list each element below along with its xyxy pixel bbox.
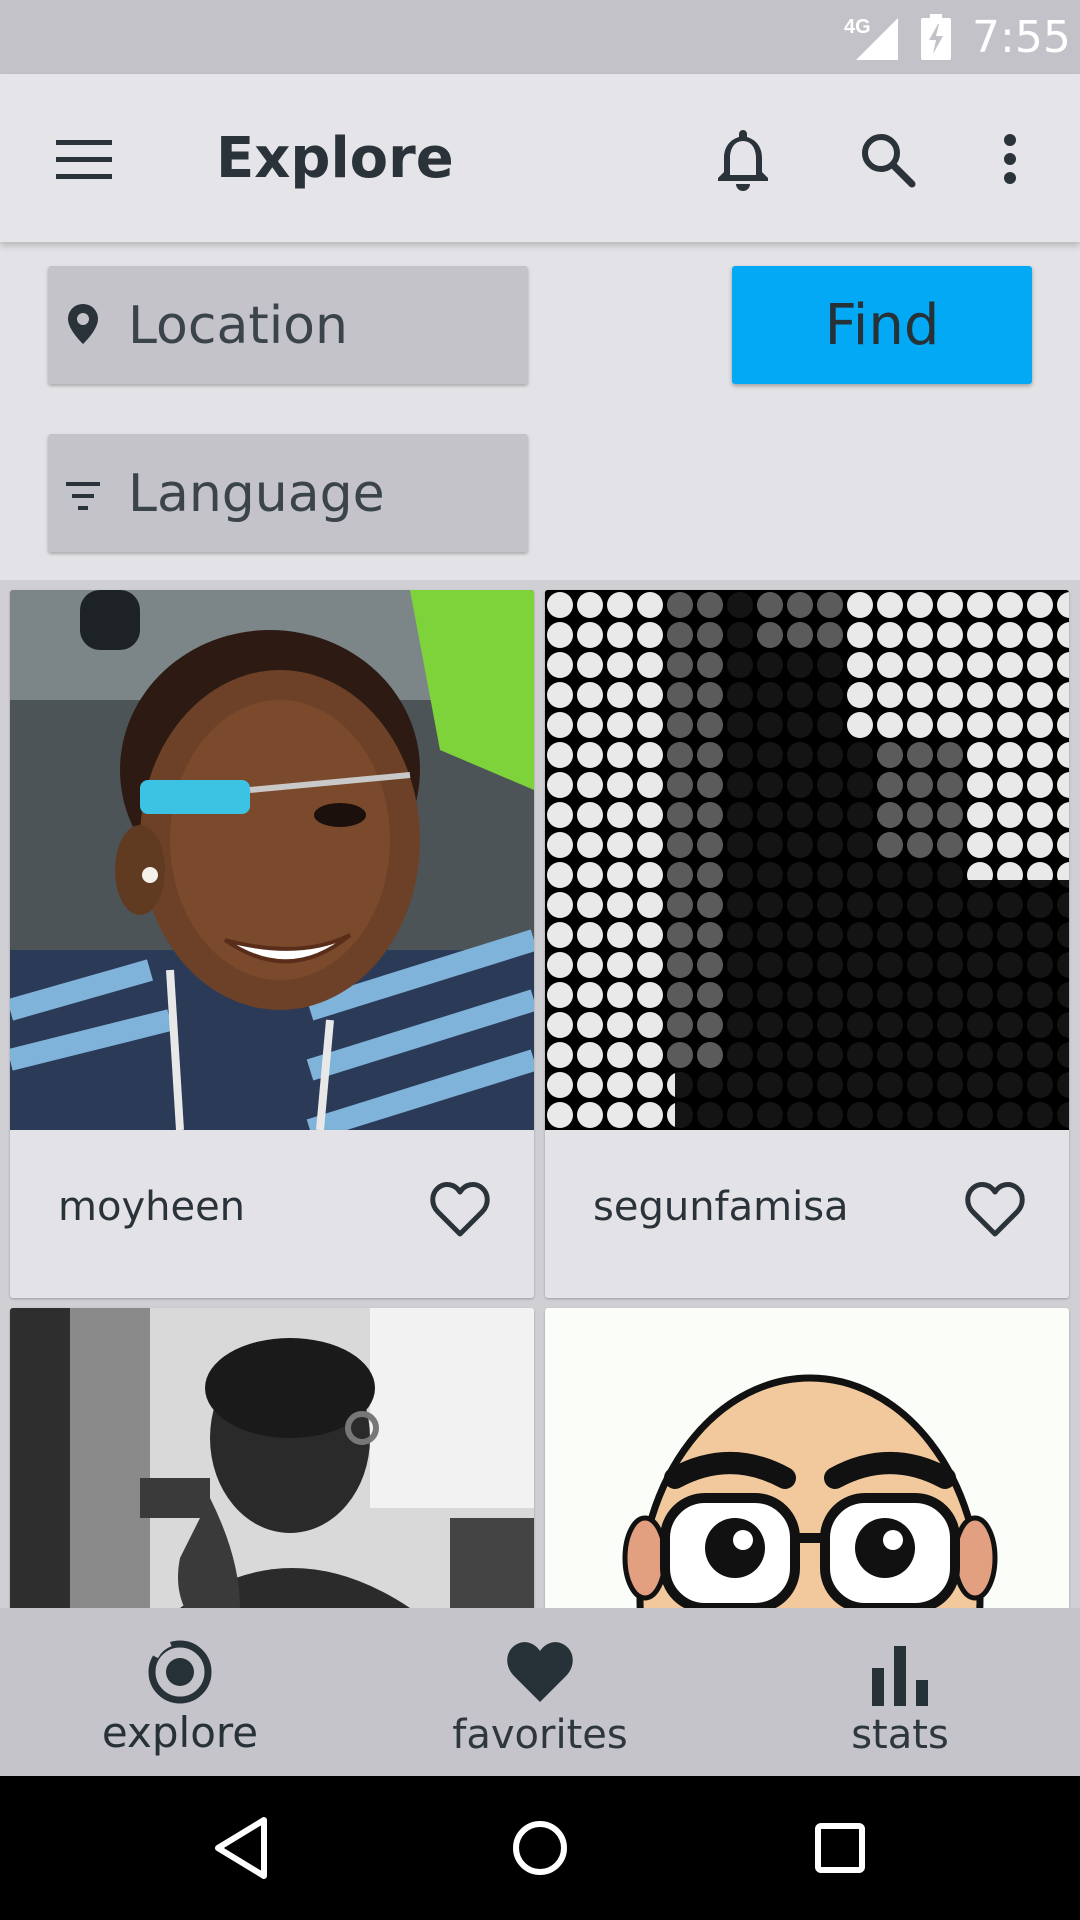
find-button[interactable]: Find: [732, 266, 1032, 384]
user-avatar-photo[interactable]: [10, 1308, 534, 1608]
heart-icon: [507, 1642, 573, 1702]
location-field-label: Location: [128, 296, 348, 356]
nav-item-explore[interactable]: explore: [0, 1608, 360, 1776]
filter-panel: Location Find Language: [0, 242, 1080, 580]
nav-item-favorites[interactable]: favorites: [360, 1608, 720, 1776]
bottom-navigation: explore favorites stats: [0, 1608, 1080, 1776]
user-avatar-photo[interactable]: [10, 590, 534, 1130]
more-vert-icon: [1004, 134, 1016, 184]
network-type: 4G: [844, 16, 871, 38]
battery-charging-icon: [921, 14, 951, 60]
user-grid: moyheen segunfamisa: [0, 580, 1080, 1608]
user-card[interactable]: segunfamisa: [545, 590, 1069, 1298]
nav-item-label: favorites: [452, 1712, 628, 1758]
notifications-button[interactable]: [708, 124, 778, 194]
favorite-button[interactable]: [428, 1180, 492, 1240]
language-field[interactable]: Language: [48, 434, 528, 552]
user-card[interactable]: moyheen: [10, 590, 534, 1298]
location-pin-icon: [68, 304, 98, 344]
filter-icon: [66, 482, 100, 510]
heart-outline-icon: [430, 1182, 490, 1237]
app-bar: Explore: [0, 74, 1080, 242]
user-avatar-photo[interactable]: [545, 590, 1069, 1130]
nav-item-label: explore: [101, 1708, 259, 1757]
user-card[interactable]: [10, 1308, 534, 1608]
search-icon: [862, 134, 916, 188]
page-title: Explore: [216, 126, 454, 191]
favorite-button[interactable]: [963, 1180, 1027, 1240]
menu-button[interactable]: [44, 124, 124, 194]
location-field[interactable]: Location: [48, 266, 528, 384]
recents-icon[interactable]: [798, 1806, 882, 1890]
nav-item-stats[interactable]: stats: [720, 1608, 1080, 1776]
username: moyheen: [58, 1184, 246, 1230]
bell-icon: [718, 130, 768, 191]
user-card[interactable]: [545, 1308, 1069, 1608]
overflow-menu-button[interactable]: [990, 124, 1030, 194]
home-icon[interactable]: [498, 1806, 582, 1890]
user-avatar-photo[interactable]: [545, 1308, 1069, 1608]
explore-icon: [148, 1637, 212, 1704]
system-navigation-bar: [0, 1776, 1080, 1920]
search-button[interactable]: [852, 124, 922, 194]
username: segunfamisa: [593, 1184, 849, 1230]
user-card-footer: moyheen: [10, 1130, 534, 1298]
menu-icon: [56, 140, 112, 179]
user-card-footer: segunfamisa: [545, 1130, 1069, 1298]
bar-chart-icon: [872, 1646, 928, 1706]
heart-outline-icon: [965, 1182, 1025, 1237]
back-icon[interactable]: [200, 1806, 284, 1890]
language-field-label: Language: [128, 464, 385, 524]
nav-item-label: stats: [851, 1712, 949, 1758]
status-bar: 4G 7:55: [0, 0, 1080, 74]
clock: 7:55: [972, 12, 1071, 63]
